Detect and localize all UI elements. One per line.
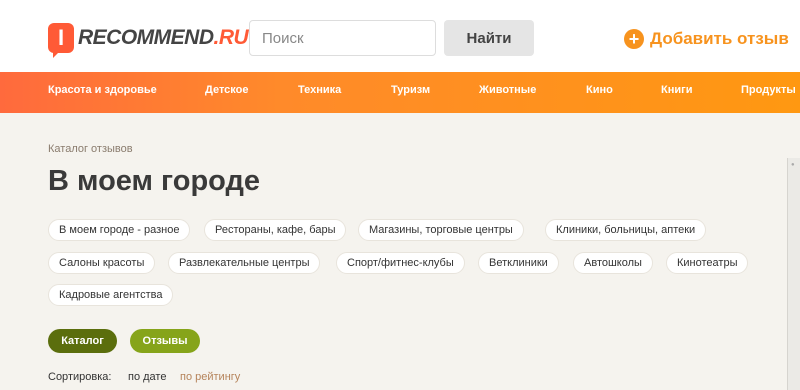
logo-text: RECOMMEND.RU — [78, 26, 249, 50]
tag-clinics[interactable]: Клиники, больницы, аптеки — [545, 219, 707, 241]
tag-entertainment[interactable]: Развлекательные центры — [168, 252, 321, 274]
nav-item-cinema[interactable]: Кино — [586, 84, 613, 96]
nav-item-tech[interactable]: Техника — [298, 84, 341, 96]
add-review-label: Добавить отзыв — [650, 29, 789, 48]
nav-item-tourism[interactable]: Туризм — [391, 84, 430, 96]
tag-restaurants[interactable]: Рестораны, кафе, бары — [204, 219, 347, 241]
sort-label: Сортировка: — [48, 371, 112, 383]
search-input[interactable] — [249, 20, 436, 56]
map-label-icon: ● — [791, 162, 795, 168]
plus-circle-icon: + — [624, 29, 644, 49]
tag-cinemas[interactable]: Кинотеатры — [666, 252, 749, 274]
add-review-link[interactable]: + Добавить отзыв — [624, 27, 789, 51]
tag-fitness[interactable]: Спорт/фитнес-клубы — [336, 252, 465, 274]
nav-item-books[interactable]: Книги — [661, 84, 692, 96]
category-nav: Красота и здоровье Детское Техника Туриз… — [0, 72, 800, 113]
tab-reviews[interactable]: Отзывы — [130, 329, 200, 353]
site-logo[interactable]: I RECOMMEND.RU — [48, 22, 249, 58]
map-panel[interactable] — [787, 158, 800, 390]
header: I RECOMMEND.RU Найти + Добавить отзыв — [0, 0, 800, 72]
search-button[interactable]: Найти — [444, 20, 534, 56]
tag-misc[interactable]: В моем городе - разное — [48, 219, 191, 241]
nav-item-kids[interactable]: Детское — [205, 84, 249, 96]
logo-name: RECOMMEND — [78, 26, 214, 49]
tag-shops[interactable]: Магазины, торговые центры — [358, 219, 524, 241]
tag-beauty-salons[interactable]: Салоны красоты — [48, 252, 156, 274]
breadcrumb[interactable]: Каталог отзывов — [48, 143, 133, 155]
tag-vet-clinics[interactable]: Ветклиники — [478, 252, 559, 274]
tab-catalog[interactable]: Каталог — [48, 329, 117, 353]
sort-by-date[interactable]: по дате — [128, 371, 166, 383]
tag-driving-schools[interactable]: Автошколы — [573, 252, 653, 274]
page-title: В моем городе — [48, 165, 261, 197]
logo-icon: I — [48, 23, 74, 58]
nav-item-animals[interactable]: Животные — [479, 84, 536, 96]
nav-item-food[interactable]: Продукты — [741, 84, 796, 96]
logo-suffix: .RU — [213, 26, 249, 49]
nav-item-beauty[interactable]: Красота и здоровье — [48, 84, 157, 96]
tag-recruitment[interactable]: Кадровые агентства — [48, 284, 174, 306]
sort-by-rating[interactable]: по рейтингу — [180, 371, 240, 383]
